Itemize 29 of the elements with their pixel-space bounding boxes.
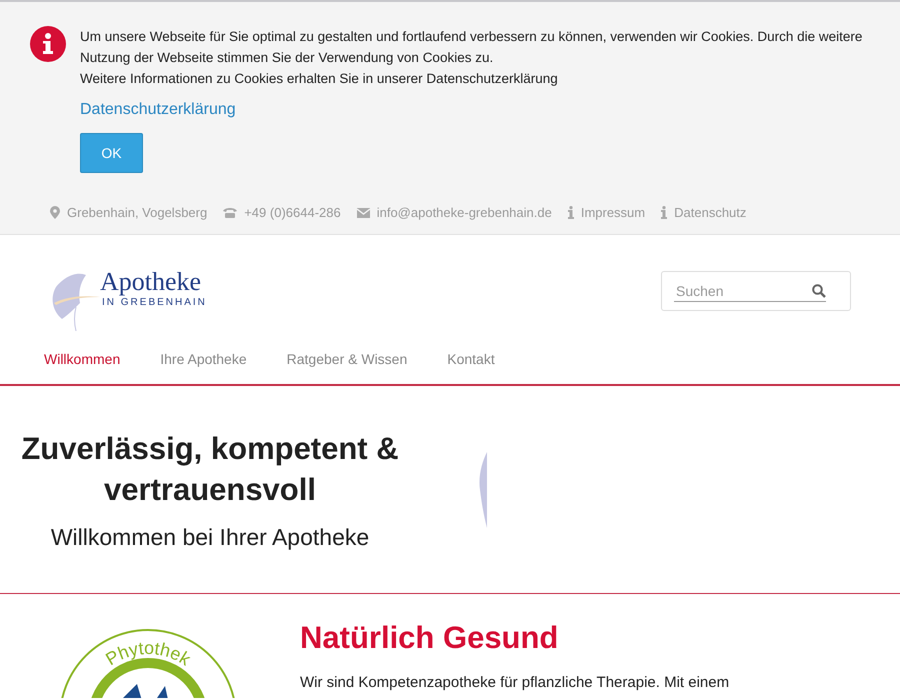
- nav-link[interactable]: Ratgeber & Wissen: [286, 351, 408, 367]
- hero-subtitle: Willkommen bei Ihrer Apotheke: [50, 524, 370, 551]
- cookie-text: Um unsere Webseite für Sie optimal zu gestalten und fortlaufend verbessern zu können, verwenden wir Cookies. Durch die weitere Nutzung der Webseite stimmen Sie der Verwendung von Cookies zu.: [80, 28, 864, 67]
- contact-link[interactable]: Datenschutz: [674, 205, 746, 220]
- logo-subtitle: IN GREBENHAIN: [102, 296, 207, 308]
- info-icon: [661, 206, 668, 219]
- contact-link[interactable]: info@apotheke-grebenhain.de: [376, 205, 552, 220]
- nav-link[interactable]: Kontakt: [447, 351, 495, 367]
- info-icon: [30, 26, 66, 62]
- contact-link[interactable]: +49 (0)6644-286: [244, 205, 341, 220]
- contact-link[interactable]: Grebenhain, Vogelsberg: [67, 205, 208, 220]
- info-icon: [568, 206, 574, 219]
- hero-title: Zuverlässig, kompetent & vertrauensvoll: [20, 430, 400, 509]
- search-box[interactable]: Suchen: [661, 270, 851, 310]
- cookie-text: Weitere Informationen zu Cookies erhalten Sie in unserer Datenschutzerklärung: [80, 70, 558, 88]
- envelope-icon: [356, 208, 370, 218]
- search-icon: [812, 284, 826, 298]
- logo-title: Apotheke: [100, 266, 202, 296]
- contact-link[interactable]: Impressum: [580, 205, 646, 220]
- section-text: Wir sind Kompetenzapotheke für pflanzliche Therapie. Mit einem: [300, 674, 730, 691]
- privacy-link[interactable]: Datenschutzerklärung: [80, 101, 236, 119]
- ok-button[interactable]: OK: [80, 133, 143, 173]
- location-pin-icon: [50, 206, 60, 219]
- nav-link[interactable]: Willkommen: [44, 351, 120, 367]
- leaf-shape-icon: [478, 452, 488, 528]
- search-field[interactable]: Suchen: [674, 280, 826, 302]
- nav-link[interactable]: Ihre Apotheke: [160, 351, 247, 367]
- phone-icon: [223, 207, 238, 218]
- section-title: Natürlich Gesund: [300, 620, 560, 656]
